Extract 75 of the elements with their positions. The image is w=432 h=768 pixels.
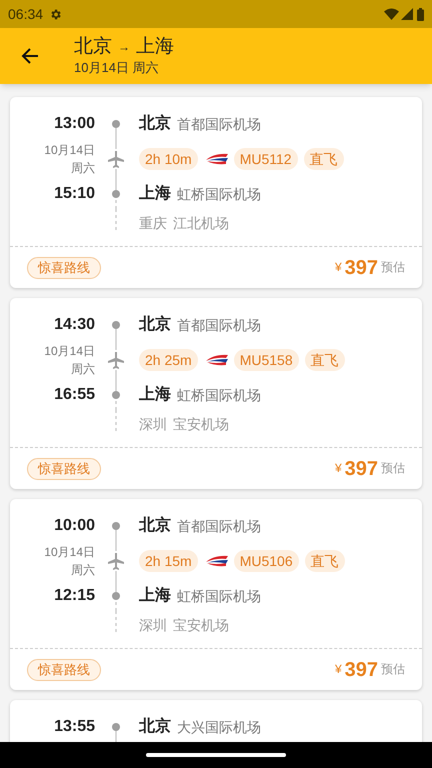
- price: 397: [344, 658, 378, 682]
- route-date: 10月14日 周六: [74, 59, 160, 77]
- arrival-time: 12:15: [54, 586, 95, 606]
- flight-weekday: 周六: [71, 160, 95, 177]
- flight-weekday: 周六: [71, 562, 95, 579]
- arrival-time: 15:10: [54, 184, 95, 204]
- battery-icon: [417, 8, 424, 20]
- departure-dot-drawing: [110, 723, 122, 742]
- flight-type-chip: 直飞: [304, 349, 345, 371]
- stop-city: 深圳: [139, 414, 167, 434]
- wifi-icon: [384, 8, 399, 20]
- arrival-city: 上海: [139, 184, 171, 204]
- signal-icon: [401, 8, 413, 20]
- route-arrow: →: [118, 39, 130, 56]
- route-tag: 惊喜路线: [27, 458, 101, 480]
- departure-airport: 大兴国际机场: [177, 718, 261, 736]
- stop-airport: 宝安机场: [173, 616, 229, 634]
- departure-dot-drawing: [110, 522, 122, 541]
- flight-type-chip: 直飞: [304, 148, 344, 170]
- departure-airport: 首都国际机场: [177, 114, 261, 134]
- arrival-airport: 虹桥国际机场: [177, 386, 261, 404]
- route-tag: 惊喜路线: [27, 658, 101, 680]
- arrival-airport: 虹桥国际机场: [177, 586, 261, 606]
- stop-airport: 江北机场: [173, 214, 229, 232]
- home-handle[interactable]: [146, 753, 286, 757]
- stop-airport: 宝安机场: [173, 414, 229, 434]
- stop-city: 深圳: [139, 616, 167, 634]
- price: 397: [344, 256, 378, 280]
- flight-date: 10月14日: [44, 142, 95, 159]
- arrival-dot-drawing: [110, 581, 122, 611]
- arrival-airport: 虹桥国际机场: [177, 184, 261, 204]
- arrival-dot-drawing: [110, 380, 122, 410]
- plane-icon: [107, 552, 125, 570]
- currency-symbol: ¥: [334, 259, 342, 276]
- departure-dot-drawing: [110, 321, 122, 340]
- currency-symbol: ¥: [334, 460, 342, 477]
- flight-date: 10月14日: [44, 343, 95, 360]
- arrival-time: 16:55: [54, 385, 95, 405]
- back-arrow-icon: [21, 47, 39, 65]
- flight-date: 10月14日: [44, 544, 95, 561]
- arrival-dot-drawing: [110, 179, 122, 209]
- duration-chip: 2h 10m: [139, 148, 198, 170]
- departure-time: 10:00: [54, 516, 95, 536]
- departure-time: 13:00: [54, 114, 95, 134]
- price: 397: [344, 456, 378, 482]
- flight-weekday: 周六: [71, 361, 95, 378]
- gear-icon: [49, 8, 62, 20]
- route-tag: 惊喜路线: [27, 256, 101, 278]
- departure-city: 北京: [139, 515, 171, 536]
- arrival-city: 上海: [139, 384, 171, 405]
- departure-airport: 首都国际机场: [177, 316, 261, 334]
- departure-airport: 首都国际机场: [177, 516, 261, 536]
- departure-dot-drawing: [110, 120, 122, 139]
- arrival-city: 上海: [139, 586, 171, 606]
- departure-time: 14:30: [54, 315, 95, 335]
- stop-city: 重庆: [139, 214, 167, 232]
- departure-city: 北京: [139, 716, 171, 737]
- departure-time: 13:55: [54, 717, 95, 737]
- price-note: 预估: [381, 460, 405, 477]
- departure-city: 北京: [139, 314, 171, 335]
- route-origin: 北京: [74, 35, 112, 59]
- status-time: 06:34: [8, 4, 44, 24]
- currency-symbol: ¥: [334, 661, 342, 678]
- duration-chip: 2h 15m: [139, 550, 198, 572]
- plane-icon: [107, 351, 125, 369]
- flight-type-chip: 直飞: [304, 550, 345, 572]
- flight-number-chip: MU5106: [234, 550, 299, 572]
- flight-number-chip: MU5158: [234, 349, 299, 371]
- flight-number-chip: MU5112: [234, 148, 298, 170]
- plane-icon: [107, 150, 125, 168]
- price-note: 预估: [381, 259, 405, 276]
- duration-chip: 2h 25m: [139, 349, 198, 371]
- price-note: 预估: [381, 661, 405, 678]
- departure-city: 北京: [139, 113, 171, 134]
- route-destination: 上海: [136, 35, 174, 59]
